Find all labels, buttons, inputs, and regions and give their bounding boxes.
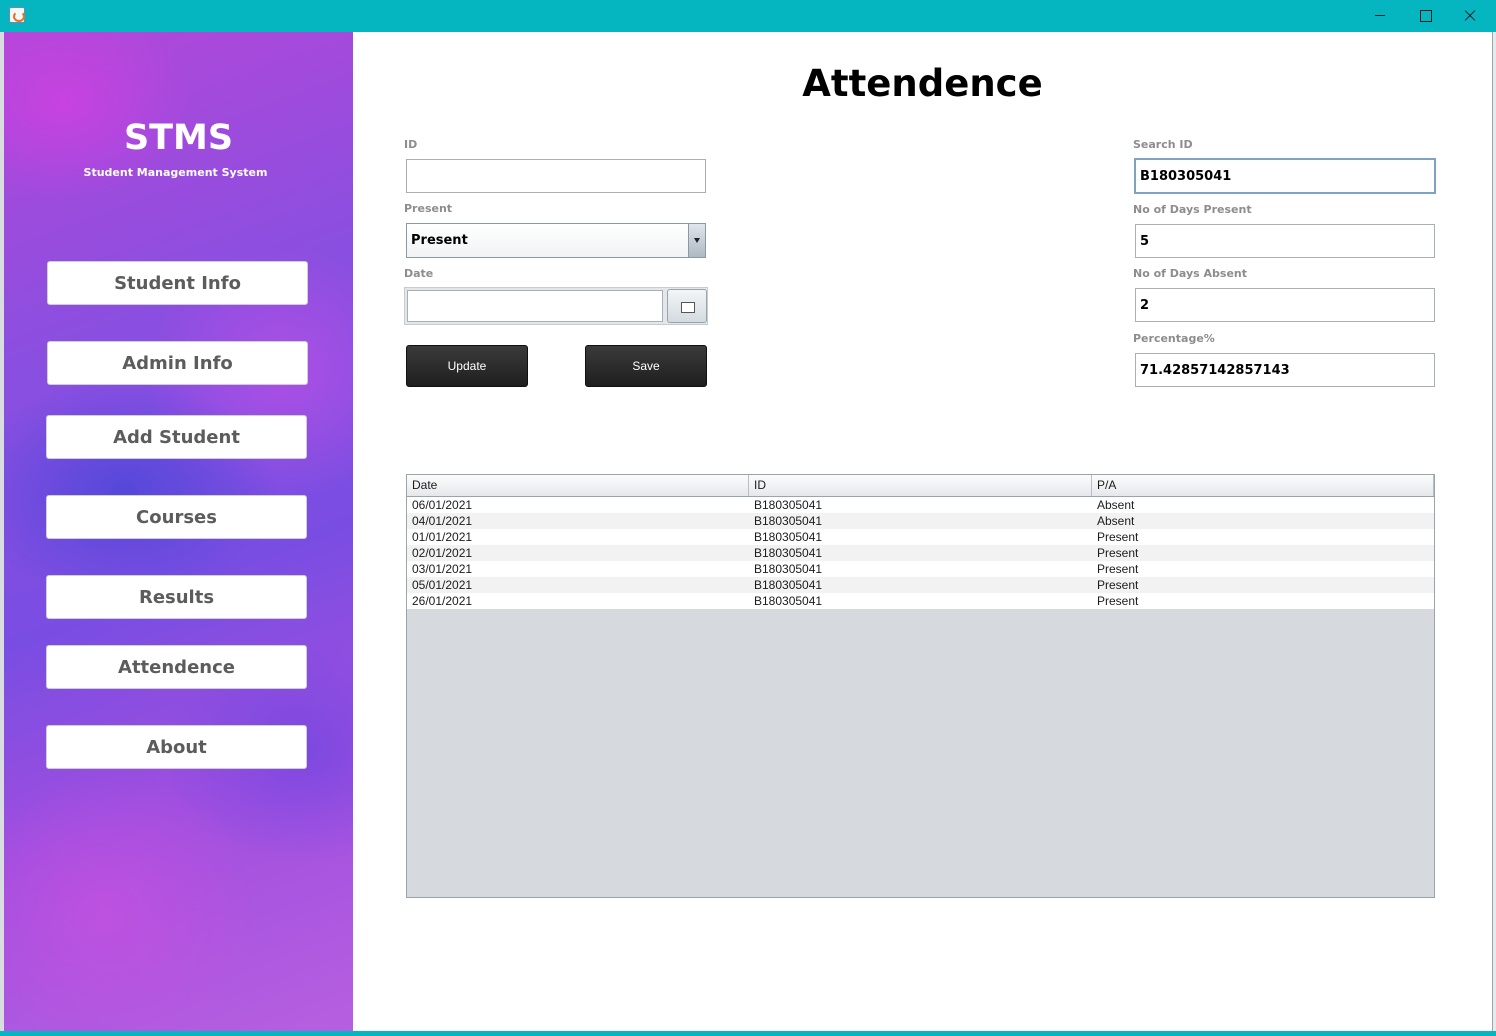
- cell-id: B180305041: [754, 546, 823, 560]
- page-title: Attendence: [802, 62, 1043, 105]
- cell-date: 01/01/2021: [412, 530, 473, 544]
- cell-id: B180305041: [754, 562, 823, 576]
- present-select-value: Present: [411, 233, 468, 248]
- cell-id: B180305041: [754, 498, 823, 512]
- percentage-field[interactable]: [1135, 353, 1435, 387]
- cell-status: Present: [1097, 530, 1139, 544]
- title-bar: [0, 0, 1496, 32]
- results-button[interactable]: Results: [46, 575, 307, 619]
- table-row[interactable]: 02/01/2021 B180305041 Present: [407, 545, 1434, 561]
- cell-status: Absent: [1097, 514, 1135, 528]
- days-present-label: No of Days Present: [1133, 203, 1252, 216]
- column-header-pa[interactable]: P/A: [1092, 475, 1434, 496]
- window-border-bottom: [0, 1031, 1496, 1036]
- cell-status: Present: [1097, 546, 1139, 560]
- cell-id: B180305041: [754, 530, 823, 544]
- table-row[interactable]: 03/01/2021 B180305041 Present: [407, 561, 1434, 577]
- table-row[interactable]: 05/01/2021 B180305041 Present: [407, 577, 1434, 593]
- table-body: 06/01/2021 B180305041 Absent 04/01/2021 …: [407, 497, 1434, 609]
- cell-status: Present: [1097, 594, 1139, 608]
- column-header-date[interactable]: Date: [407, 475, 749, 496]
- update-button[interactable]: Update: [406, 345, 528, 387]
- chevron-down-icon[interactable]: [688, 224, 705, 257]
- cell-id: B180305041: [754, 594, 823, 608]
- cell-status: Present: [1097, 578, 1139, 592]
- cell-id: B180305041: [754, 578, 823, 592]
- sidebar: STMS Student Management System Student I…: [4, 32, 353, 1031]
- cell-date: 05/01/2021: [412, 578, 473, 592]
- cell-date: 06/01/2021: [412, 498, 473, 512]
- cell-date: 26/01/2021: [412, 594, 473, 608]
- admin-info-button[interactable]: Admin Info: [47, 341, 308, 385]
- cell-status: Present: [1097, 562, 1139, 576]
- courses-button[interactable]: Courses: [46, 495, 307, 539]
- present-select[interactable]: Present: [406, 223, 706, 258]
- calendar-icon[interactable]: [667, 289, 707, 323]
- minimize-icon[interactable]: [1357, 0, 1403, 32]
- table-row[interactable]: 01/01/2021 B180305041 Present: [407, 529, 1434, 545]
- search-id-label: Search ID: [1133, 138, 1193, 151]
- save-button[interactable]: Save: [585, 345, 707, 387]
- cell-id: B180305041: [754, 514, 823, 528]
- table-row[interactable]: 04/01/2021 B180305041 Absent: [407, 513, 1434, 529]
- column-header-id[interactable]: ID: [749, 475, 1092, 496]
- days-present-field[interactable]: [1135, 224, 1435, 258]
- student-info-button[interactable]: Student Info: [47, 261, 308, 305]
- days-absent-label: No of Days Absent: [1133, 267, 1248, 280]
- maximize-icon[interactable]: [1402, 0, 1448, 32]
- days-absent-field[interactable]: [1135, 288, 1435, 322]
- percentage-label: Percentage%: [1133, 332, 1215, 345]
- attendence-button[interactable]: Attendence: [46, 645, 307, 689]
- cell-date: 04/01/2021: [412, 514, 473, 528]
- brand-title: STMS: [123, 118, 234, 158]
- close-icon[interactable]: [1447, 0, 1493, 32]
- table-row[interactable]: 06/01/2021 B180305041 Absent: [407, 497, 1434, 513]
- table-row[interactable]: 26/01/2021 B180305041 Present: [407, 593, 1434, 609]
- id-input[interactable]: [406, 159, 706, 193]
- date-input[interactable]: [407, 290, 663, 322]
- window-border-right: [1492, 32, 1496, 1036]
- attendance-table[interactable]: Date ID P/A 06/01/2021 B180305041 Absent…: [406, 474, 1435, 898]
- cell-date: 02/01/2021: [412, 546, 473, 560]
- date-chooser: [404, 287, 708, 325]
- java-cup-icon: [9, 7, 25, 23]
- cell-date: 03/01/2021: [412, 562, 473, 576]
- add-student-button[interactable]: Add Student: [46, 415, 307, 459]
- cell-status: Absent: [1097, 498, 1135, 512]
- search-id-input[interactable]: [1134, 158, 1436, 194]
- id-label: ID: [404, 138, 418, 151]
- present-label: Present: [404, 202, 453, 215]
- brand-subtitle: Student Management System: [83, 166, 268, 179]
- table-header: Date ID P/A: [407, 475, 1434, 497]
- about-button[interactable]: About: [46, 725, 307, 769]
- date-label: Date: [404, 267, 434, 280]
